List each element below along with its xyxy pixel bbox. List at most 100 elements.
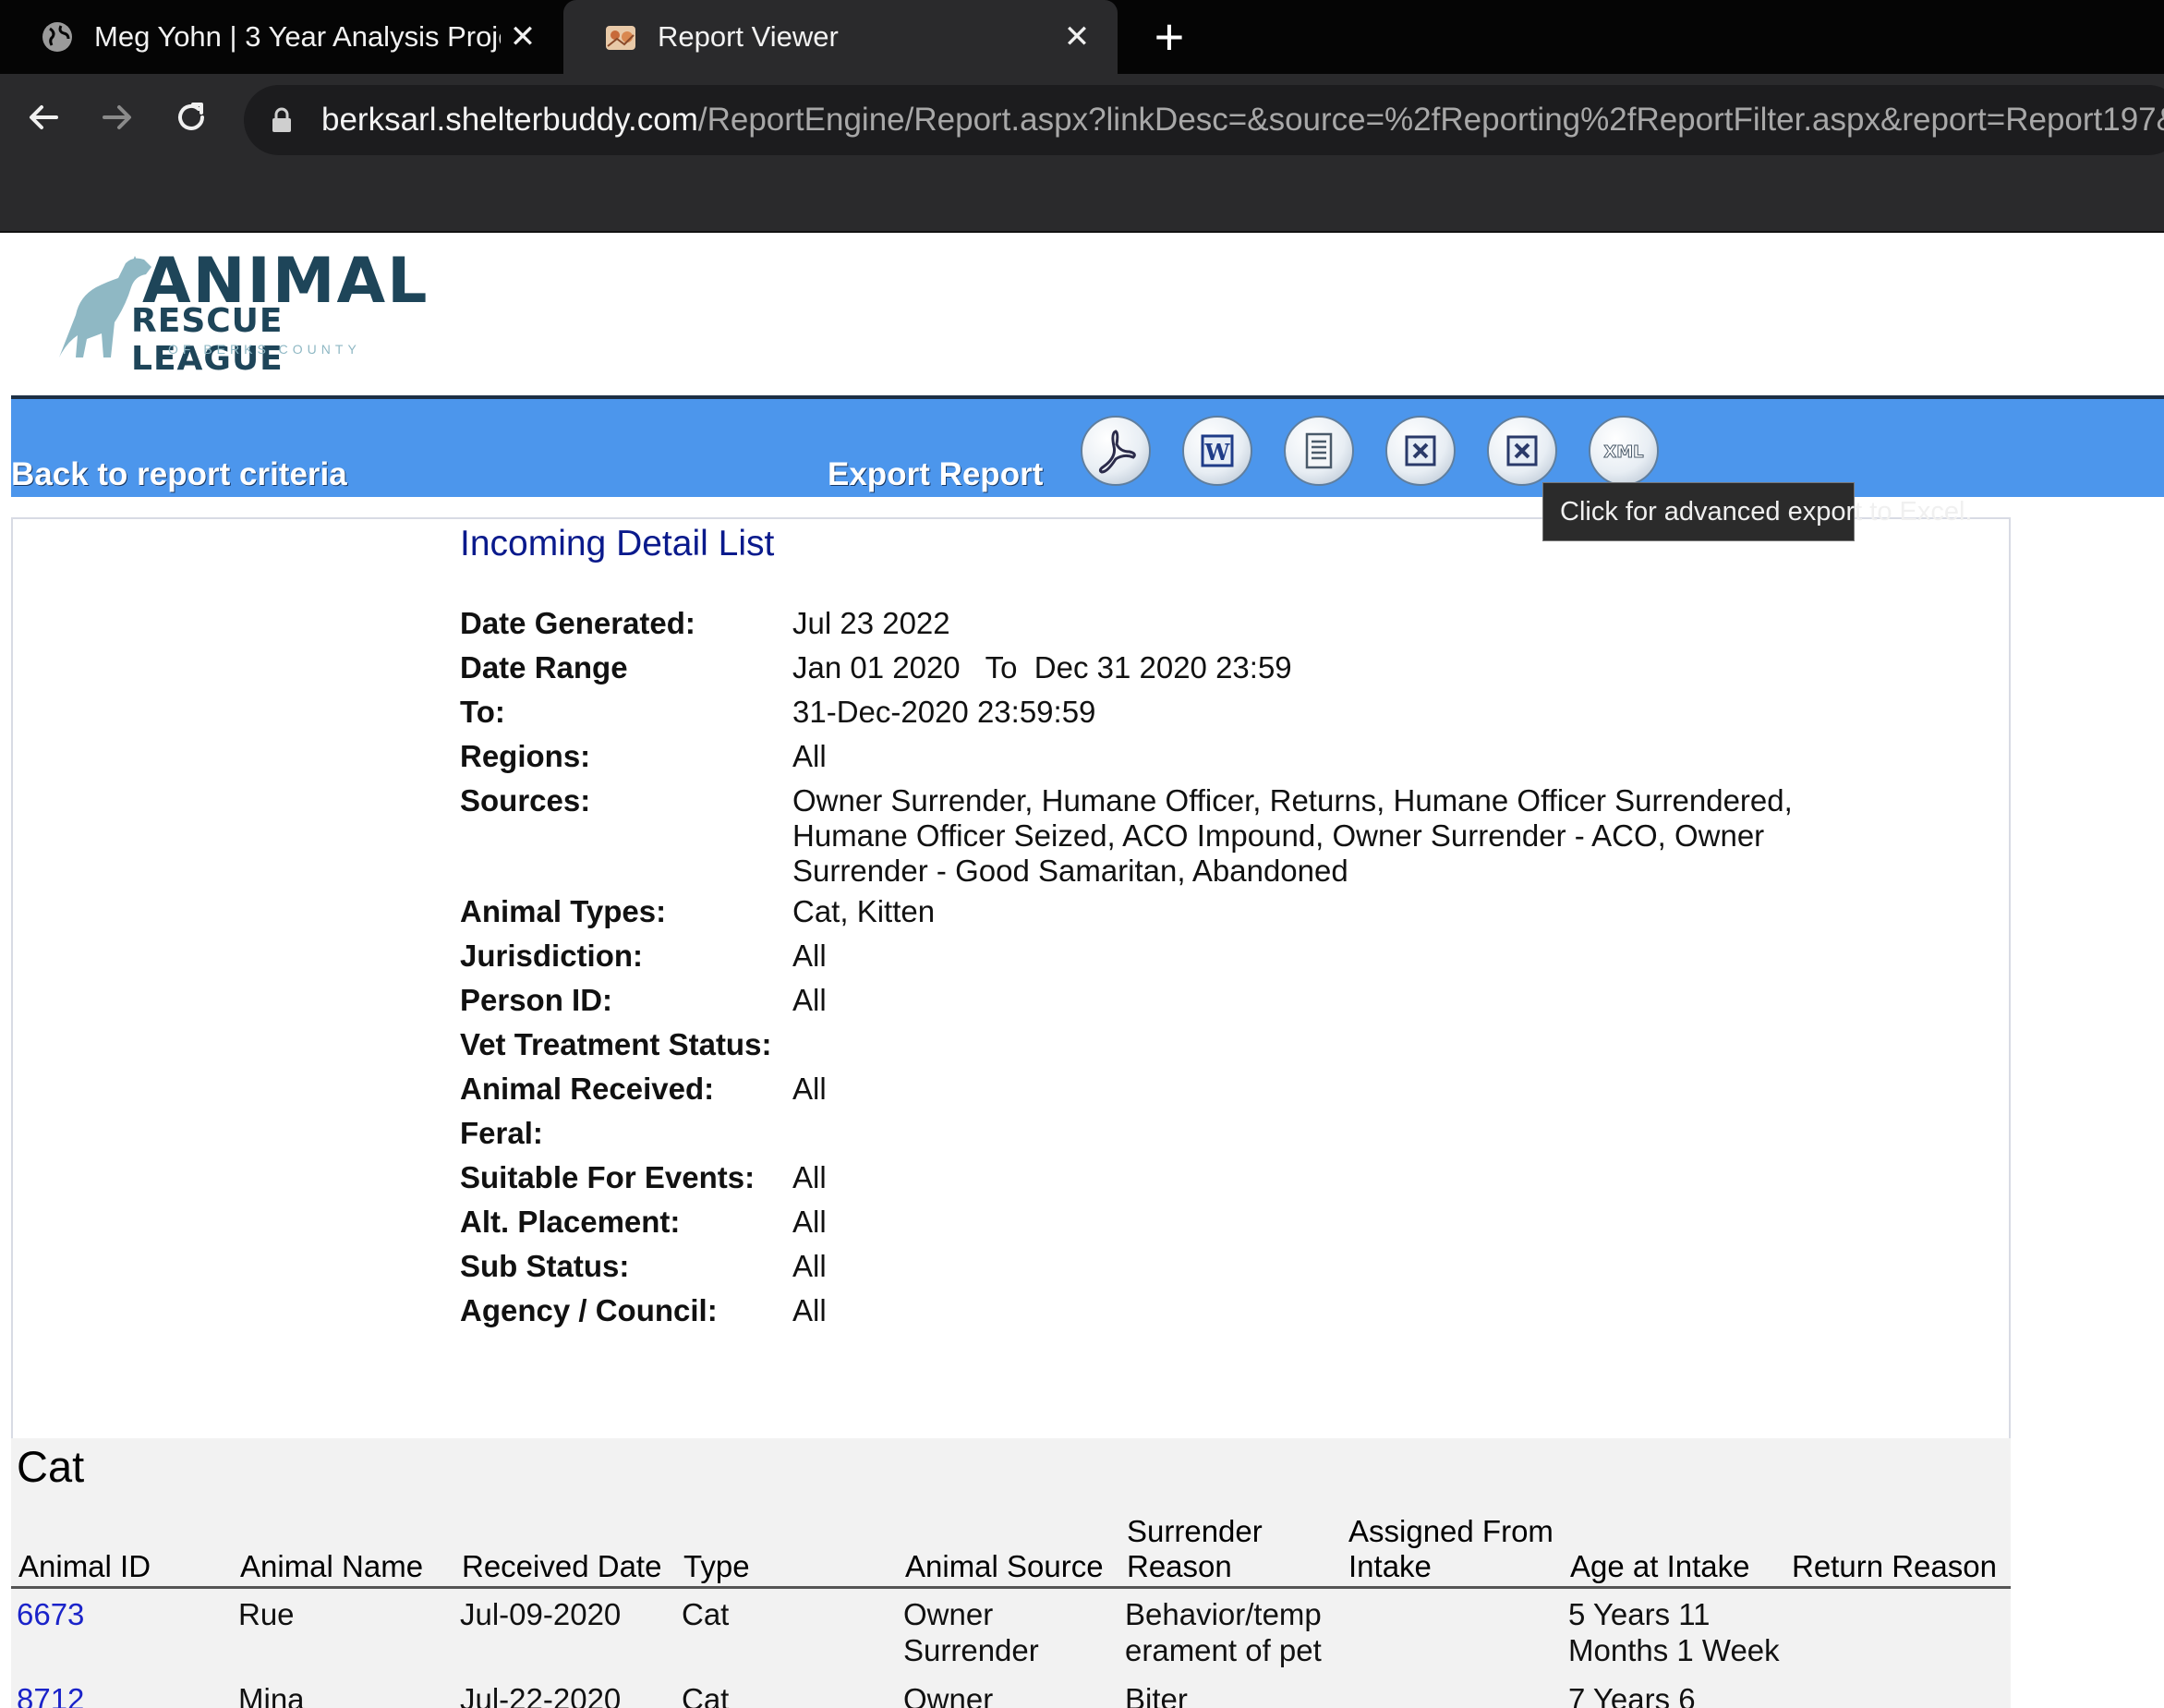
- column-header: Age at Intake: [1570, 1549, 1750, 1583]
- advanced-excel-export-icon[interactable]: [1487, 416, 1557, 486]
- table-header: Animal ID Animal Name Received Date Type…: [11, 1514, 2011, 1589]
- animal-name-cell: Mina: [238, 1682, 305, 1708]
- criteria-label: Date Range: [460, 650, 628, 684]
- globe-icon: [39, 18, 76, 55]
- criteria-label: Sub Status:: [460, 1249, 630, 1283]
- animal-id-cell: 8712: [17, 1681, 84, 1708]
- criteria-label: Suitable For Events:: [460, 1160, 756, 1194]
- criteria-label: Animal Received:: [460, 1072, 715, 1106]
- tab-report-viewer[interactable]: Report Viewer ✕: [563, 0, 1118, 74]
- criteria-row: To: 31-Dec-2020 23:59:59: [460, 695, 1845, 739]
- url-path: /ReportEngine/Report.aspx?linkDesc=&sour…: [697, 102, 2164, 138]
- url-text: berksarl.shelterbuddy.com/ReportEngine/R…: [321, 102, 2164, 139]
- url-host: berksarl.shelterbuddy.com: [321, 102, 698, 138]
- text-document-export-icon[interactable]: [1284, 416, 1354, 486]
- criteria-value: All: [792, 983, 827, 1017]
- word-export-icon[interactable]: W: [1182, 416, 1252, 486]
- criteria-label: Date Generated:: [460, 606, 695, 640]
- column-header: Animal Source: [905, 1549, 1104, 1583]
- new-tab-button[interactable]: +: [1145, 11, 1193, 63]
- received-date-cell: Jul-22-2020: [460, 1682, 622, 1708]
- xml-icon-label: XML: [1603, 442, 1643, 462]
- logo-text-berks-county: OF BERKS COUNTY: [168, 342, 361, 357]
- criteria-value: All: [792, 739, 827, 773]
- criteria-row: Date Range Jan 01 2020 To Dec 31 2020 23:…: [460, 650, 1845, 695]
- criteria-row: Suitable For Events: All: [460, 1160, 1845, 1205]
- column-header: Received Date: [462, 1549, 662, 1583]
- criteria-value: All: [792, 1205, 827, 1239]
- criteria-label: Agency / Council:: [460, 1293, 718, 1327]
- criteria-value: [792, 1116, 1827, 1160]
- pdf-export-icon[interactable]: [1081, 416, 1151, 486]
- criteria-row: Animal Received: All: [460, 1072, 1845, 1116]
- reload-icon[interactable]: [168, 94, 214, 140]
- column-header: Surrender Reason: [1127, 1514, 1263, 1583]
- criteria-label: Feral:: [460, 1116, 543, 1150]
- criteria-label: Regions:: [460, 739, 591, 773]
- browser-tab-strip: Meg Yohn | 3 Year Analysis Projec ✕ Repo…: [0, 0, 2164, 74]
- criteria-label: Vet Treatment Status:: [460, 1027, 772, 1061]
- criteria-label: To:: [460, 695, 505, 729]
- animal-rescue-league-logo: ANIMAL RESCUE LEAGUE OF BERKS COUNTY: [22, 245, 427, 378]
- column-header: Return Reason: [1792, 1549, 1997, 1583]
- xml-export-icon[interactable]: XML: [1589, 416, 1659, 486]
- criteria-row: Alt. Placement: All: [460, 1205, 1845, 1249]
- shelterbuddy-favicon-icon: [602, 18, 639, 55]
- tab-title: Report Viewer: [658, 20, 839, 53]
- criteria-label: Alt. Placement:: [460, 1205, 681, 1239]
- criteria-row: Sources: Owner Surrender, Humane Officer,…: [460, 783, 1845, 894]
- logo-text-rescue-league: RESCUE LEAGUE: [131, 302, 284, 378]
- criteria-row: Regions: All: [460, 739, 1845, 783]
- tab-title: Meg Yohn | 3 Year Analysis Projec: [94, 20, 501, 53]
- close-tab-icon[interactable]: ✕: [1060, 20, 1094, 54]
- report-criteria: Date Generated: Jul 23 2022 Date Range Jan…: [460, 606, 1845, 1338]
- criteria-value: Jul 23 2022: [792, 606, 950, 640]
- criteria-label: Jurisdiction:: [460, 939, 644, 973]
- tab-meg-yohn[interactable]: Meg Yohn | 3 Year Analysis Projec ✕: [0, 0, 563, 74]
- age-at-intake-cell: 5 Years 11 Months 1 Week: [1568, 1597, 1780, 1667]
- close-tab-icon[interactable]: ✕: [506, 20, 539, 54]
- criteria-value: Owner Surrender, Humane Officer, Returns…: [792, 783, 1793, 888]
- criteria-value: [792, 1027, 1827, 1072]
- criteria-row: Feral:: [460, 1116, 1845, 1160]
- criteria-row: Sub Status: All: [460, 1249, 1845, 1293]
- type-cell: Cat: [682, 1597, 730, 1631]
- criteria-label: Person ID:: [460, 983, 613, 1017]
- excel-export-icon[interactable]: [1385, 416, 1456, 486]
- criteria-value: Cat, Kitten: [792, 894, 936, 928]
- criteria-value: All: [792, 1249, 827, 1283]
- animal-name-cell: Rue: [238, 1597, 295, 1631]
- criteria-row: Date Generated: Jul 23 2022: [460, 606, 1845, 650]
- criteria-value: All: [792, 1293, 827, 1327]
- column-header: Animal ID: [18, 1549, 151, 1583]
- criteria-label: Sources:: [460, 783, 591, 818]
- report-title: Incoming Detail List: [460, 524, 775, 563]
- animal-id-link[interactable]: 8712: [17, 1682, 84, 1708]
- animal-source-cell: Owner Surrender: [903, 1597, 1039, 1667]
- column-header: Animal Name: [240, 1549, 424, 1583]
- surrender-reason-cell: Biter: [1125, 1682, 1188, 1708]
- criteria-value: All: [792, 1160, 827, 1194]
- criteria-value: 31-Dec-2020 23:59:59: [792, 695, 1096, 729]
- surrender-reason-cell: Behavior/temperament of pet: [1125, 1597, 1322, 1667]
- criteria-row: Person ID: All: [460, 983, 1845, 1027]
- column-header: Type: [683, 1549, 750, 1583]
- animal-id-cell: 6673: [17, 1596, 84, 1632]
- received-date-cell: Jul-09-2020: [460, 1597, 622, 1631]
- criteria-value: Jan 01 2020 To Dec 31 2020 23:59: [792, 650, 1292, 684]
- criteria-row: Agency / Council: All: [460, 1293, 1845, 1338]
- lock-icon[interactable]: [272, 107, 292, 138]
- forward-arrow-icon[interactable]: [94, 94, 140, 140]
- animal-id-link[interactable]: 6673: [17, 1597, 84, 1631]
- export-report-label: Export Report: [828, 456, 1044, 492]
- back-arrow-icon[interactable]: [20, 94, 66, 140]
- address-bar[interactable]: berksarl.shelterbuddy.com/ReportEngine/R…: [244, 85, 2164, 155]
- age-at-intake-cell: 7 Years 6: [1568, 1682, 1696, 1708]
- back-to-report-criteria-link[interactable]: Back to report criteria: [11, 456, 347, 493]
- criteria-value: All: [792, 1072, 827, 1106]
- svg-text:W: W: [1204, 439, 1231, 466]
- criteria-value: All: [792, 939, 827, 973]
- export-tooltip: Click for advanced export to Excel.: [1542, 482, 1972, 541]
- criteria-row: Animal Types: Cat, Kitten: [460, 894, 1845, 939]
- column-header: Assigned From Intake: [1348, 1514, 1553, 1583]
